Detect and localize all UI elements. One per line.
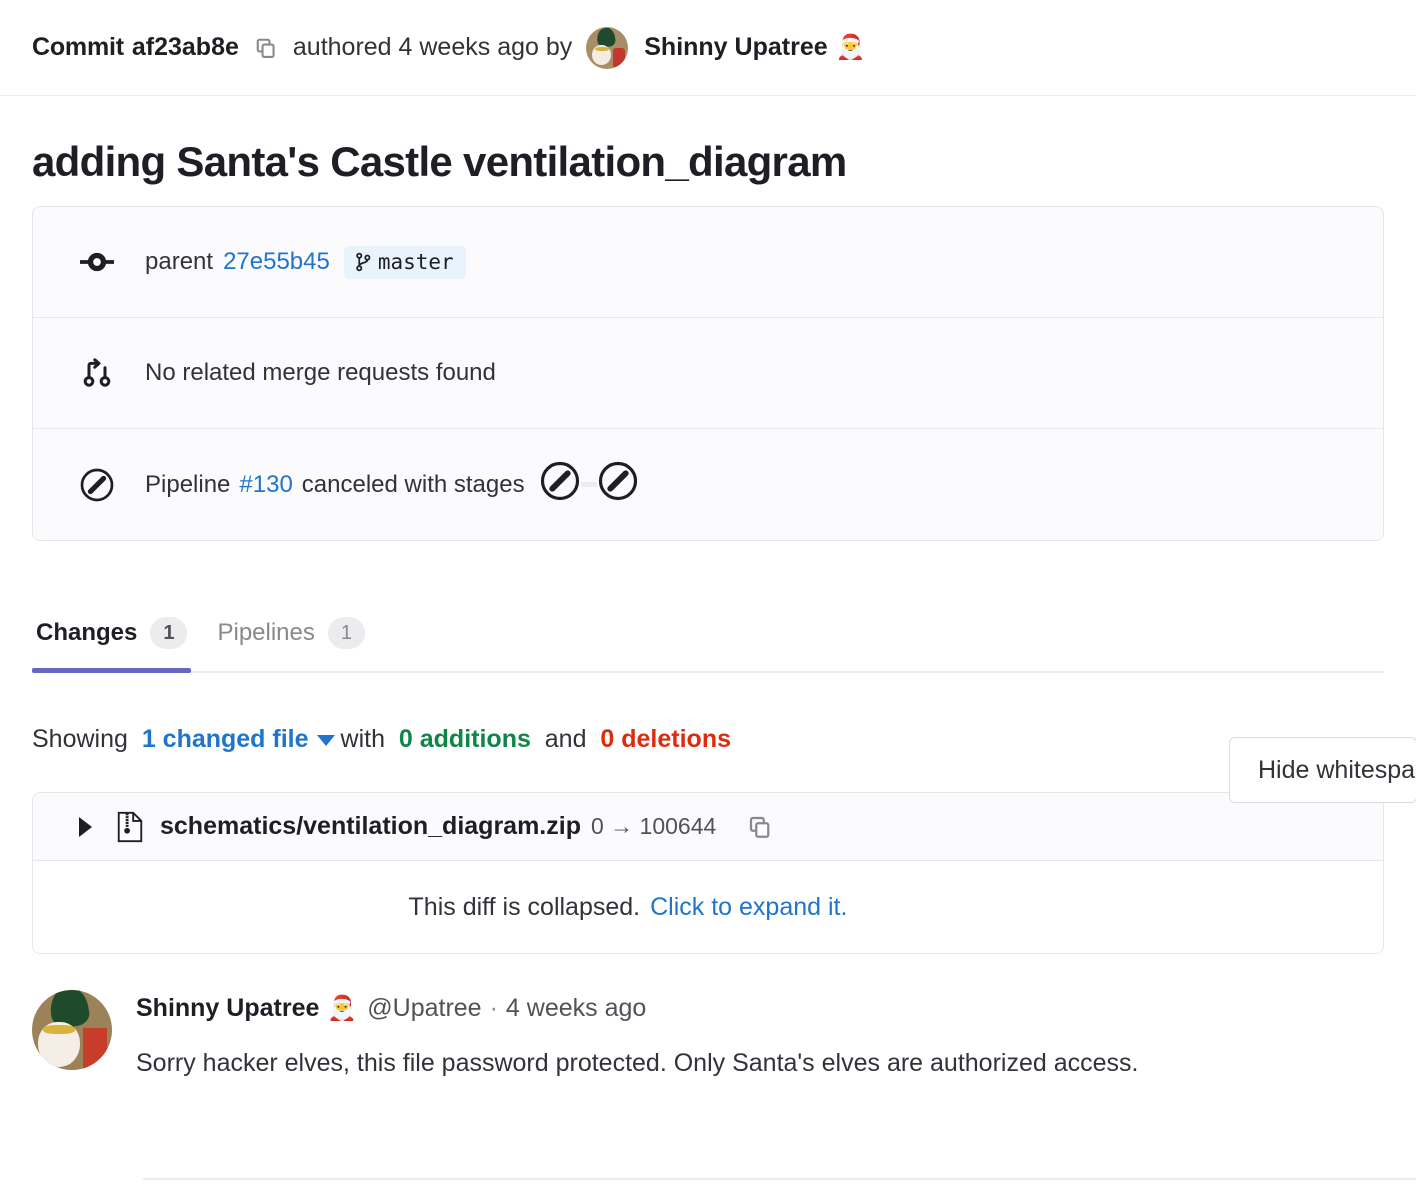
commit-label: Commit xyxy=(32,33,124,61)
tab-pipelines[interactable]: Pipelines 1 xyxy=(213,617,369,671)
merge-request-icon xyxy=(79,355,115,391)
merge-request-text: No related merge requests found xyxy=(145,359,496,386)
commit-node-icon xyxy=(79,244,115,280)
pipeline-suffix: canceled with stages xyxy=(301,470,525,498)
branch-name: master xyxy=(377,249,454,274)
tab-changes[interactable]: Changes 1 xyxy=(32,617,192,673)
pipeline-stages xyxy=(539,460,639,509)
parent-label: parent xyxy=(145,248,214,275)
expand-diff-link[interactable]: Click to expand it. xyxy=(650,893,847,922)
commit-page: Commit af23ab8e authored 4 weeks ago by … xyxy=(0,0,1416,1202)
commit-header: Commit af23ab8e authored 4 weeks ago by … xyxy=(0,0,1416,96)
showing-and: and xyxy=(544,725,587,753)
note-author[interactable]: Shinny Upatree xyxy=(136,994,319,1023)
copy-icon[interactable] xyxy=(253,35,279,61)
santa-emoji: 🎅 xyxy=(327,994,358,1022)
parent-row: parent 27e55b45 master xyxy=(33,207,1383,318)
diff-collapsed-message: This diff is collapsed. Click to expand … xyxy=(33,861,1383,953)
stage-canceled-icon-1[interactable] xyxy=(539,460,581,509)
branch-icon xyxy=(354,252,372,272)
deletions-count: 0 deletions xyxy=(600,725,731,753)
diff-file-path: schematics/ventilation_diagram.zip xyxy=(160,812,581,840)
commit-title: adding Santa's Castle ventilation_diagra… xyxy=(32,138,847,185)
chevron-down-icon[interactable] xyxy=(316,734,335,746)
diff-collapsed-text: This diff is collapsed. xyxy=(408,892,641,921)
zip-file-icon xyxy=(116,811,144,843)
diff-file-card: schematics/ventilation_diagram.zip 0 → 1… xyxy=(32,792,1384,954)
hide-whitespace-button[interactable]: Hide whitespace changes xyxy=(1229,737,1416,803)
diff-file-mode: 0 → 100644 xyxy=(590,813,717,839)
note-avatar[interactable] xyxy=(32,990,112,1070)
diff-summary-row: Showing 1 changed file with 0 additions a… xyxy=(32,673,1384,754)
stage-canceled-icon-2[interactable] xyxy=(597,460,639,509)
chevron-right-icon[interactable] xyxy=(79,816,92,837)
additions-count: 0 additions xyxy=(398,725,531,753)
diff-file-header[interactable]: schematics/ventilation_diagram.zip 0 → 1… xyxy=(33,793,1383,861)
pipeline-canceled-icon xyxy=(79,467,115,503)
pipeline-row: Pipeline #130 canceled with stages xyxy=(33,429,1383,540)
note-timestamp[interactable]: 4 weeks ago xyxy=(506,994,646,1023)
note-text: Sorry hacker elves, this file password p… xyxy=(136,1049,1139,1077)
parent-sha-link[interactable]: 27e55b45 xyxy=(223,248,330,276)
stage-connector xyxy=(580,482,597,487)
pipeline-id-link[interactable]: #130 xyxy=(239,471,292,499)
note-header: Shinny Upatree 🎅 @Upatree · 4 weeks ago xyxy=(136,994,1384,1023)
changed-files-link[interactable]: 1 changed file xyxy=(142,725,309,753)
note-handle[interactable]: @Upatree xyxy=(367,994,481,1023)
tab-changes-label: Changes xyxy=(36,619,138,646)
note-item: Shinny Upatree 🎅 @Upatree · 4 weeks ago … xyxy=(32,990,1384,1090)
commit-tabs: Changes 1 Pipelines 1 xyxy=(32,597,1384,673)
authored-text: authored 4 weeks ago by xyxy=(292,33,573,61)
note-separator: · xyxy=(489,994,498,1022)
branch-badge[interactable]: master xyxy=(343,245,466,279)
author-name[interactable]: Shinny Upatree xyxy=(644,33,827,62)
commit-info-box: parent 27e55b45 master No related merge … xyxy=(32,206,1384,541)
note-body: Shinny Upatree 🎅 @Upatree · 4 weeks ago … xyxy=(136,990,1384,1078)
santa-emoji: 🎅 xyxy=(835,33,866,61)
tab-pipelines-label: Pipelines xyxy=(217,619,315,646)
showing-prefix: Showing xyxy=(32,725,128,753)
tab-pipelines-count: 1 xyxy=(327,617,366,649)
copy-icon[interactable] xyxy=(748,815,772,839)
author-avatar[interactable] xyxy=(586,26,629,69)
diff-summary-text: Showing 1 changed file with 0 additions a… xyxy=(32,725,731,754)
note-divider xyxy=(143,1178,1416,1180)
merge-request-row: No related merge requests found xyxy=(33,318,1383,429)
pipeline-prefix: Pipeline xyxy=(145,470,231,498)
showing-middle: with xyxy=(340,725,385,753)
tab-changes-count: 1 xyxy=(150,617,188,649)
commit-sha: af23ab8e xyxy=(131,33,239,61)
